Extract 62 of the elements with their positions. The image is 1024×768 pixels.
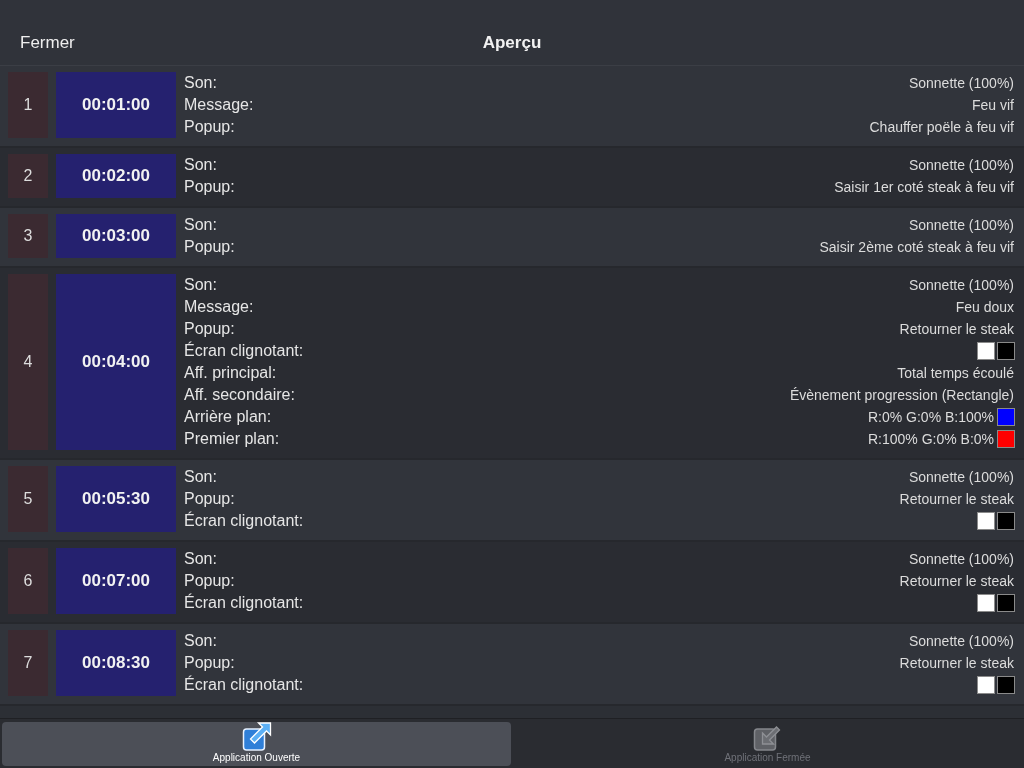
event-time: 00:07:00 [56, 548, 176, 614]
field-label: Son: [184, 467, 217, 487]
field-value: Retourner le steak [899, 571, 1014, 591]
field-label: Popup: [184, 489, 235, 509]
event-number: 2 [8, 154, 48, 198]
field-label: Message: [184, 297, 254, 317]
field-label: Popup: [184, 653, 235, 673]
field-label: Son: [184, 631, 217, 651]
field-value: Feu doux [955, 297, 1014, 317]
field-value: Sonnette (100%) [908, 467, 1014, 487]
field-label: Aff. secondaire: [184, 385, 295, 405]
field-label: Son: [184, 73, 217, 93]
field-label: Écran clignotant: [184, 674, 304, 695]
field-value: R:0% G:0% B:100% [867, 407, 994, 427]
field-label: Popup: [184, 117, 235, 137]
field-label: Premier plan: [184, 429, 280, 449]
field-value: Sonnette (100%) [908, 631, 1014, 651]
field-value: Total temps écoulé [897, 363, 1014, 383]
field-label: Arrière plan: [184, 407, 272, 427]
field-value: Sonnette (100%) [908, 155, 1014, 175]
field-value: R:100% G:0% B:0% [867, 429, 994, 449]
field-label: Popup: [184, 571, 235, 591]
event-number: 4 [8, 274, 48, 450]
field-label: Aff. principal: [184, 363, 277, 383]
field-label: Son: [184, 215, 217, 235]
event-time: 00:01:00 [56, 72, 176, 138]
field-label: Popup: [184, 319, 235, 339]
event-time: 00:08:30 [56, 630, 176, 696]
event-time: 00:05:30 [56, 466, 176, 532]
event-number: 5 [8, 466, 48, 532]
field-value: Sonnette (100%) [908, 275, 1014, 295]
field-value: Évènement progression (Rectangle) [789, 385, 1014, 405]
field-value: Sonnette (100%) [908, 215, 1014, 235]
field-value: Saisir 2ème coté steak à feu vif [819, 237, 1014, 257]
field-value: Retourner le steak [899, 489, 1014, 509]
event-number: 1 [8, 72, 48, 138]
event-time: 00:02:00 [56, 154, 176, 198]
field-label: Son: [184, 549, 217, 569]
event-number: 7 [8, 630, 48, 696]
field-label: Écran clignotant: [184, 592, 304, 613]
field-label: Écran clignotant: [184, 510, 304, 531]
field-label: Message: [184, 95, 254, 115]
field-value: Feu vif [972, 95, 1014, 115]
field-label: Son: [184, 275, 217, 295]
field-value: Saisir 1er coté steak à feu vif [834, 177, 1014, 197]
field-label: Popup: [184, 237, 235, 257]
field-label: Son: [184, 155, 217, 175]
close-button[interactable]: Fermer [20, 29, 75, 56]
event-number: 6 [8, 548, 48, 614]
event-time: 00:04:00 [56, 274, 176, 450]
field-label: Popup: [184, 177, 235, 197]
event-number: 3 [8, 214, 48, 258]
tab-button[interactable]: Application Ouverte [2, 722, 511, 766]
event-time: 00:03:00 [56, 214, 176, 258]
field-value: Sonnette (100%) [908, 549, 1014, 569]
arrow-out-square-icon [241, 722, 272, 751]
field-value: Retourner le steak [899, 319, 1014, 339]
field-value: Retourner le steak [899, 653, 1014, 673]
field-value: Sonnette (100%) [908, 73, 1014, 93]
field-label: Écran clignotant: [184, 340, 304, 361]
screen-title: Aperçu [482, 31, 542, 54]
field-value: Chauffer poële à feu vif [869, 117, 1014, 137]
